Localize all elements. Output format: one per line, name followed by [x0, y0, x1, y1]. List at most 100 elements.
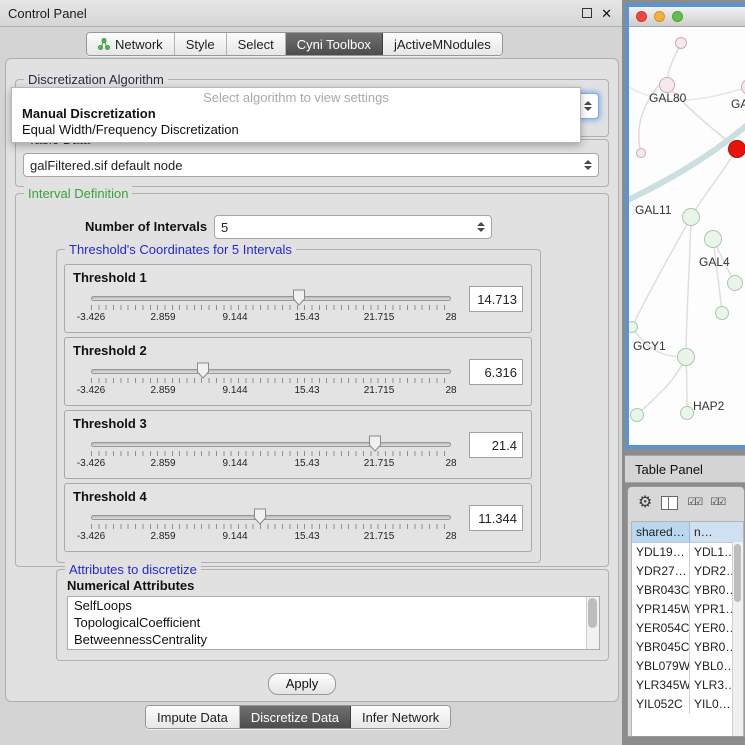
threshold-3-value[interactable]: 21.4: [469, 432, 523, 458]
settings-gear-icon[interactable]: ⚙: [638, 495, 652, 511]
tab-infer-network[interactable]: Infer Network: [351, 706, 450, 728]
table-row[interactable]: YDL19… YDL1…: [632, 543, 743, 562]
table-row[interactable]: YBL079W YBL0…: [632, 657, 743, 676]
tab-jactivemnodules[interactable]: jActiveMNodules: [383, 33, 502, 55]
threshold-1-label: Threshold 1: [73, 270, 147, 285]
window-controls: ✕: [582, 7, 612, 20]
cell[interactable]: YIL052C: [632, 695, 690, 714]
threshold-1-slider[interactable]: -3.426 2.859 9.144 15.43 21.715 28: [91, 288, 451, 330]
threshold-3-slider[interactable]: -3.426 2.859 9.144 15.43 21.715 28: [91, 434, 451, 476]
table-row[interactable]: YBR045C YBR0…: [632, 638, 743, 657]
tab-impute-data[interactable]: Impute Data: [146, 706, 240, 728]
table-row[interactable]: YIL052C YIL0…: [632, 695, 743, 714]
cell[interactable]: YBL079W: [632, 657, 690, 676]
threshold-4-value[interactable]: 11.344: [469, 505, 523, 531]
network-node[interactable]: [727, 275, 743, 291]
column-header-name[interactable]: n…: [690, 522, 743, 542]
table-row[interactable]: YBR043C YBR0…: [632, 581, 743, 600]
number-of-intervals-label: Number of Intervals: [85, 219, 207, 234]
network-node[interactable]: [636, 148, 646, 158]
threshold-4-thumb[interactable]: [254, 508, 267, 525]
zoom-traffic-light-icon[interactable]: [672, 11, 683, 22]
column-header-shared-name[interactable]: shared…: [632, 522, 690, 542]
table-row[interactable]: YPR145W YPR1…: [632, 600, 743, 619]
slider-ticks: [91, 378, 451, 383]
network-node[interactable]: [680, 406, 694, 420]
table-row[interactable]: YLR345W YLR3…: [632, 676, 743, 695]
threshold-3-label: Threshold 3: [73, 416, 147, 431]
float-window-icon[interactable]: [582, 8, 592, 18]
slider-track[interactable]: [91, 515, 451, 520]
threshold-2-thumb[interactable]: [196, 362, 209, 379]
cell[interactable]: YDR27…: [632, 562, 690, 581]
dropdown-option-manual-discretization[interactable]: Manual Discretization: [12, 106, 580, 122]
unselect-checkboxes-icon[interactable]: ☑☑: [710, 498, 724, 508]
tab-cyni-toolbox[interactable]: Cyni Toolbox: [286, 33, 383, 55]
network-node-selected[interactable]: [728, 140, 745, 158]
table-panel-header[interactable]: Table Panel: [625, 455, 745, 483]
list-item[interactable]: BetweennessCentrality: [68, 631, 599, 648]
control-panel-titlebar[interactable]: Control Panel ✕: [0, 0, 622, 27]
minimize-traffic-light-icon[interactable]: [654, 11, 665, 22]
tab-label: Impute Data: [157, 710, 228, 725]
slider-track[interactable]: [91, 296, 451, 301]
threshold-4-panel: Threshold 4 -3.426 2.859 9.144 15.43 21.…: [64, 483, 532, 552]
close-icon[interactable]: ✕: [601, 7, 612, 20]
numerical-attributes-list[interactable]: SelfLoops TopologicalCoefficient Between…: [67, 596, 600, 650]
cell[interactable]: YPR145W: [632, 600, 690, 619]
close-traffic-light-icon[interactable]: [636, 11, 647, 22]
cell[interactable]: YLR345W: [632, 676, 690, 695]
scale-label: 21.715: [364, 385, 395, 396]
threshold-4-slider[interactable]: -3.426 2.859 9.144 15.43 21.715 28: [91, 507, 451, 549]
dropdown-option-equal-width[interactable]: Equal Width/Frequency Discretization: [12, 122, 580, 138]
network-node[interactable]: [675, 37, 687, 49]
tab-discretize-data[interactable]: Discretize Data: [240, 706, 351, 728]
tab-label: Network: [115, 37, 163, 52]
tab-style[interactable]: Style: [175, 33, 227, 55]
node-attribute-table[interactable]: shared… n… YDL19… YDL1… YDR27… YDR2… YBR…: [631, 521, 744, 736]
list-item[interactable]: TopologicalCoefficient: [68, 614, 599, 631]
table-row[interactable]: YER054C YER0…: [632, 619, 743, 638]
network-view-window[interactable]: GAL80 GA GAL11 GAL4 GCY1 HAP2: [625, 3, 745, 449]
scale-label: 9.144: [222, 385, 247, 396]
table-scrollbar[interactable]: [732, 542, 743, 736]
network-node[interactable]: [715, 306, 729, 320]
list-item[interactable]: SelfLoops: [68, 597, 599, 614]
select-checkboxes-icon[interactable]: ☑☑: [687, 498, 701, 508]
network-node[interactable]: [682, 208, 700, 226]
scrollbar-thumb[interactable]: [588, 598, 597, 628]
network-node[interactable]: [630, 408, 644, 422]
list-scrollbar[interactable]: [586, 597, 599, 649]
cell[interactable]: YDL19…: [632, 543, 690, 562]
attributes-group: Attributes to discretize Numerical Attri…: [56, 569, 609, 661]
attributes-group-title: Attributes to discretize: [65, 562, 201, 577]
cell[interactable]: YER054C: [632, 619, 690, 638]
threshold-1-value[interactable]: 14.713: [469, 286, 523, 312]
threshold-3-thumb[interactable]: [369, 435, 382, 452]
table-row[interactable]: YDR27… YDR2…: [632, 562, 743, 581]
table-data-select-value: galFiltered.sif default node: [30, 158, 182, 173]
network-node[interactable]: [704, 230, 722, 248]
threshold-1-thumb[interactable]: [292, 289, 305, 306]
slider-track[interactable]: [91, 442, 451, 447]
table-data-select[interactable]: galFiltered.sif default node: [23, 153, 599, 177]
slider-ticks: [91, 524, 451, 529]
scrollbar-thumb[interactable]: [734, 544, 741, 602]
table-header-row: shared… n…: [632, 522, 743, 543]
threshold-2-value[interactable]: 6.316: [469, 359, 523, 385]
network-node[interactable]: [677, 348, 695, 366]
scale-label: 15.43: [294, 312, 319, 323]
cell[interactable]: YBR045C: [632, 638, 690, 657]
tab-network[interactable]: Network: [87, 33, 175, 55]
tab-select[interactable]: Select: [227, 33, 286, 55]
scale-label: 2.859: [150, 385, 175, 396]
number-of-intervals-select[interactable]: 5: [214, 215, 492, 239]
network-canvas[interactable]: GAL80 GA GAL11 GAL4 GCY1 HAP2: [629, 27, 745, 445]
cell[interactable]: YBR043C: [632, 581, 690, 600]
network-window-titlebar[interactable]: [629, 7, 745, 27]
slider-track[interactable]: [91, 369, 451, 374]
columns-icon[interactable]: [661, 496, 678, 510]
node-label-gcy1: GCY1: [633, 339, 666, 353]
threshold-2-slider[interactable]: -3.426 2.859 9.144 15.43 21.715 28: [91, 361, 451, 403]
apply-button[interactable]: Apply: [268, 673, 336, 695]
